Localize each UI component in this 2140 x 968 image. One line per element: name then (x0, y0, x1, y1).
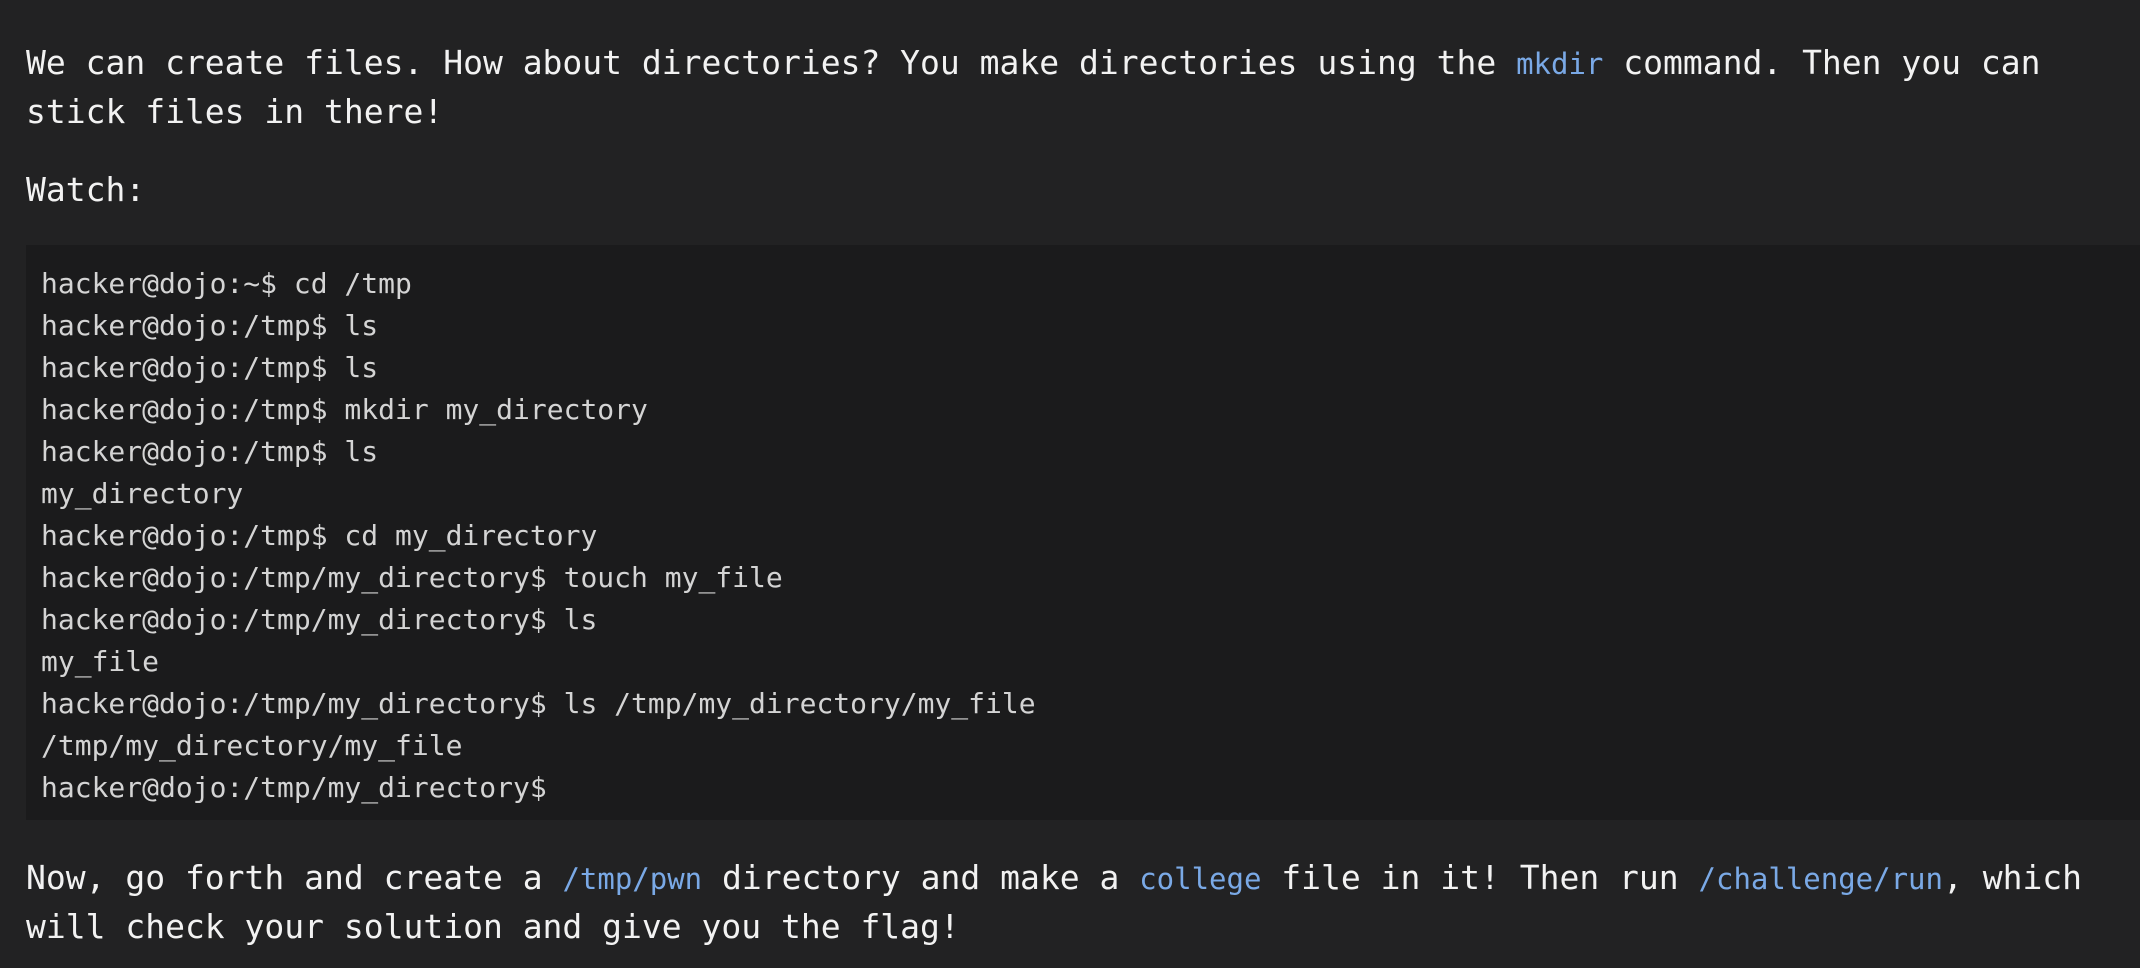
intro-paragraph: We can create files. How about directori… (26, 39, 2116, 136)
outro-text-2: directory and make a (702, 858, 1140, 897)
terminal-line: my_directory (41, 477, 244, 510)
terminal-line: hacker@dojo:/tmp/my_directory$ (41, 771, 547, 804)
terminal-example-block[interactable]: hacker@dojo:~$ cd /tmp hacker@dojo:/tmp$… (26, 245, 2140, 820)
terminal-line: hacker@dojo:/tmp$ mkdir my_directory (41, 393, 648, 426)
terminal-line: hacker@dojo:/tmp$ cd my_directory (41, 519, 598, 552)
outro-text-3: file in it! Then run (1261, 858, 1699, 897)
inline-code-tmp-pwn: /tmp/pwn (562, 862, 703, 896)
inline-code-college: college (1139, 862, 1262, 896)
terminal-line: hacker@dojo:~$ cd /tmp (41, 267, 412, 300)
terminal-line: /tmp/my_directory/my_file (41, 729, 463, 762)
terminal-line: my_file (41, 645, 160, 678)
terminal-line: hacker@dojo:/tmp$ ls (41, 309, 379, 342)
terminal-line: hacker@dojo:/tmp/my_directory$ ls /tmp/m… (41, 687, 1036, 720)
terminal-line: hacker@dojo:/tmp/my_directory$ touch my_… (41, 561, 783, 594)
intro-text-1: We can create files. How about directori… (26, 43, 1517, 82)
watch-label: Watch: (26, 170, 146, 209)
inline-code-challenge-run: /challenge/run (1698, 862, 1943, 896)
terminal-line: hacker@dojo:/tmp$ ls (41, 351, 379, 384)
outro-paragraph: Now, go forth and create a /tmp/pwn dire… (26, 854, 2116, 951)
outro-text-1: Now, go forth and create a (26, 858, 563, 897)
terminal-line: hacker@dojo:/tmp$ ls (41, 435, 379, 468)
inline-code-mkdir: mkdir (1516, 47, 1604, 81)
terminal-line: hacker@dojo:/tmp/my_directory$ ls (41, 603, 598, 636)
